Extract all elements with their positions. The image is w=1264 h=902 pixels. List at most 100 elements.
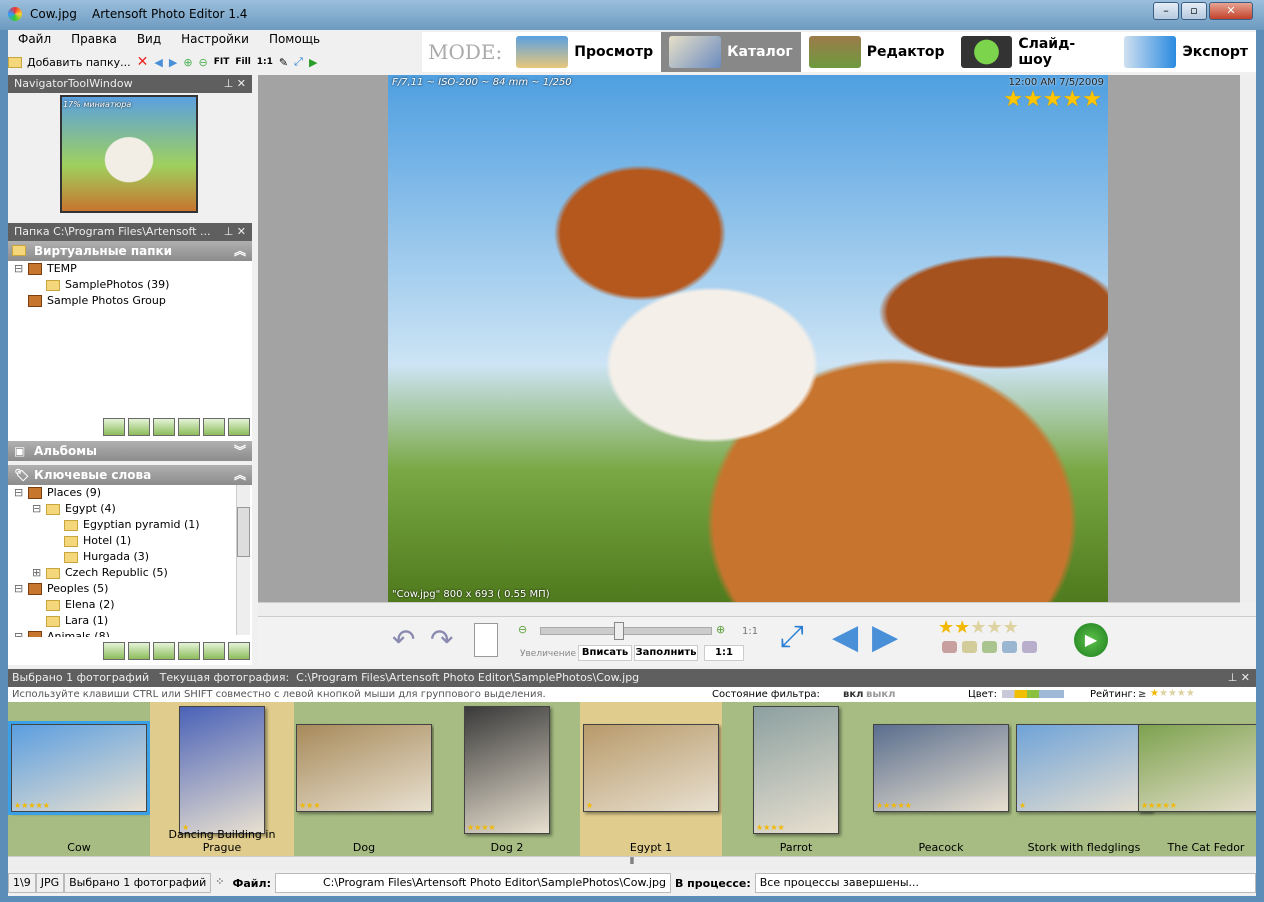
color-filter[interactable] <box>1002 690 1064 698</box>
fill-button[interactable]: Fill <box>235 57 250 67</box>
keyword-scrollbar[interactable] <box>236 485 250 635</box>
color-label-swatch[interactable] <box>982 641 997 653</box>
fill-button[interactable]: Заполнить <box>634 645 698 661</box>
zoom-out-icon[interactable]: ⊖ <box>199 56 208 69</box>
rating-operator[interactable]: ≥ <box>1138 687 1146 702</box>
main-photo[interactable]: F/7,11 ~ ISO-200 ~ 84 mm ~ 1/250 12:00 A… <box>388 75 1108 602</box>
next-icon[interactable]: ▶ <box>169 56 177 69</box>
rating-stars[interactable]: ★★★★★ <box>938 617 1019 638</box>
tree-item[interactable]: ⊟ Animals (8) <box>8 629 252 637</box>
slideshow-play-icon[interactable]: ▶ <box>1074 623 1108 657</box>
action-button[interactable] <box>153 418 175 436</box>
rating-star[interactable]: ★ <box>970 617 986 638</box>
pin-close-icons[interactable]: ⊥ ✕ <box>1228 669 1250 687</box>
thumbnail-image[interactable] <box>1016 724 1152 812</box>
navigator-thumbnail[interactable]: 17% миниатюра <box>60 95 198 213</box>
zoom-slider[interactable] <box>540 622 712 640</box>
tree-item[interactable]: SamplePhotos (39) <box>8 277 252 293</box>
menu-view[interactable]: Вид <box>137 32 161 46</box>
pin-close-icons[interactable]: ⊥ ✕ <box>224 223 246 241</box>
tree-item[interactable]: ⊟ TEMP <box>8 261 252 277</box>
photo-rating[interactable]: ★★★★★ <box>1003 87 1102 112</box>
filter-on[interactable]: вкл <box>843 687 863 702</box>
color-label-swatch[interactable] <box>942 641 957 653</box>
rating-star[interactable]: ★ <box>986 617 1002 638</box>
delete-icon[interactable]: ✕ <box>137 54 149 70</box>
mode-slideshow[interactable]: Слайд-шоу <box>953 32 1117 72</box>
expander-icon[interactable]: ⊟ <box>14 261 28 277</box>
menu-file[interactable]: Файл <box>18 32 51 46</box>
virtual-folders-header[interactable]: Виртуальные папки ︽ <box>8 241 252 261</box>
menu-help[interactable]: Помощь <box>269 32 320 46</box>
action-button[interactable] <box>203 642 225 660</box>
tree-item[interactable]: Sample Photos Group <box>8 293 252 309</box>
color-label-swatch[interactable] <box>962 641 977 653</box>
one-to-one-button[interactable]: 1:1 <box>704 645 744 661</box>
mode-editor[interactable]: Редактор <box>801 32 953 72</box>
add-folder-button[interactable]: Добавить папку... <box>8 56 131 69</box>
edit-icon[interactable]: ✎ <box>279 56 288 69</box>
expander-icon[interactable]: ⊟ <box>32 501 46 517</box>
expander-icon[interactable]: ⊟ <box>14 581 28 597</box>
tree-item[interactable]: Elena (2) <box>8 597 252 613</box>
keywords-header[interactable]: 🏷 Ключевые слова ︽ <box>8 465 252 485</box>
action-button[interactable] <box>153 642 175 660</box>
rating-star[interactable]: ★ <box>1003 617 1019 638</box>
thumbnail-item[interactable]: ★★★★★ Peacock <box>870 702 1012 856</box>
mode-catalog[interactable]: Каталог <box>661 32 801 72</box>
thumbnail-image[interactable] <box>464 706 550 834</box>
albums-header[interactable]: ▣ Альбомы ︾ <box>8 441 252 461</box>
fullscreen-icon[interactable]: ⤢ <box>780 619 804 654</box>
thumbnail-item[interactable]: ★ Stork with fledglings <box>1012 702 1156 856</box>
rotate-right-icon[interactable]: ↷ <box>430 623 453 656</box>
filmstrip-scrollbar[interactable]: ⦀ <box>8 856 1256 870</box>
action-button[interactable] <box>103 418 125 436</box>
thumbnail-image[interactable] <box>753 706 839 834</box>
pin-close-icons[interactable]: ⊥ ✕ <box>224 75 246 93</box>
thumbnail-image[interactable] <box>583 724 719 812</box>
color-labels[interactable] <box>942 641 1042 656</box>
rating-star[interactable]: ★ <box>954 617 970 638</box>
action-button[interactable] <box>228 642 250 660</box>
zoom-out-icon[interactable]: ⊖ <box>518 623 527 636</box>
tree-item[interactable]: ⊟ Egypt (4) <box>8 501 252 517</box>
rating-filter[interactable]: ★★★★★ <box>1150 686 1195 701</box>
next-photo-icon[interactable]: ▶ <box>872 617 898 657</box>
fit-button[interactable]: Вписать <box>578 645 632 661</box>
zoom-in-icon[interactable]: ⊕ <box>183 56 192 69</box>
thumbnail-item[interactable]: ★★★★★ The Cat Fedor <box>1138 702 1256 856</box>
action-button[interactable] <box>178 418 200 436</box>
thumbnail-image[interactable] <box>296 724 432 812</box>
mode-export[interactable]: Экспорт <box>1116 32 1256 72</box>
rotate-left-icon[interactable]: ↶ <box>392 623 415 656</box>
maximize-button[interactable]: ▫ <box>1181 2 1207 20</box>
thumbnail-item[interactable]: ★★★★ Dog 2 <box>434 702 580 856</box>
menu-settings[interactable]: Настройки <box>181 32 249 46</box>
close-button[interactable]: ✕ <box>1209 2 1253 20</box>
action-button[interactable] <box>128 418 150 436</box>
tree-item[interactable]: ⊟ Peoples (5) <box>8 581 252 597</box>
action-button[interactable] <box>203 418 225 436</box>
action-button[interactable] <box>103 642 125 660</box>
collapse-icon[interactable]: ︽ <box>234 465 246 485</box>
thumbnail-item[interactable]: ★★★ Dog <box>294 702 434 856</box>
action-button[interactable] <box>178 642 200 660</box>
zoom-slider-thumb[interactable] <box>613 622 624 640</box>
expander-icon[interactable]: ⊟ <box>14 629 28 637</box>
color-label-swatch[interactable] <box>1022 641 1037 653</box>
color-label-swatch[interactable] <box>1002 641 1017 653</box>
action-button[interactable] <box>128 642 150 660</box>
menu-edit[interactable]: Правка <box>71 32 117 46</box>
expand-icon[interactable]: ︾ <box>234 441 246 461</box>
rating-star[interactable]: ★ <box>938 617 954 638</box>
thumbnail-item[interactable]: ★ Dancing Building in Prague <box>150 702 294 856</box>
fullscreen-icon[interactable]: ⤢ <box>294 55 303 69</box>
tree-item[interactable]: ⊟ Places (9) <box>8 485 252 501</box>
play-icon[interactable]: ▶ <box>309 56 317 69</box>
mode-view[interactable]: Просмотр <box>508 32 661 72</box>
zoom-in-icon[interactable]: ⊕ <box>716 623 725 636</box>
filter-off[interactable]: выкл <box>866 687 895 702</box>
thumbnail-image[interactable] <box>1138 724 1256 812</box>
tree-item[interactable]: Egyptian pyramid (1) <box>8 517 252 533</box>
one-to-one-button[interactable]: 1:1 <box>257 57 273 67</box>
